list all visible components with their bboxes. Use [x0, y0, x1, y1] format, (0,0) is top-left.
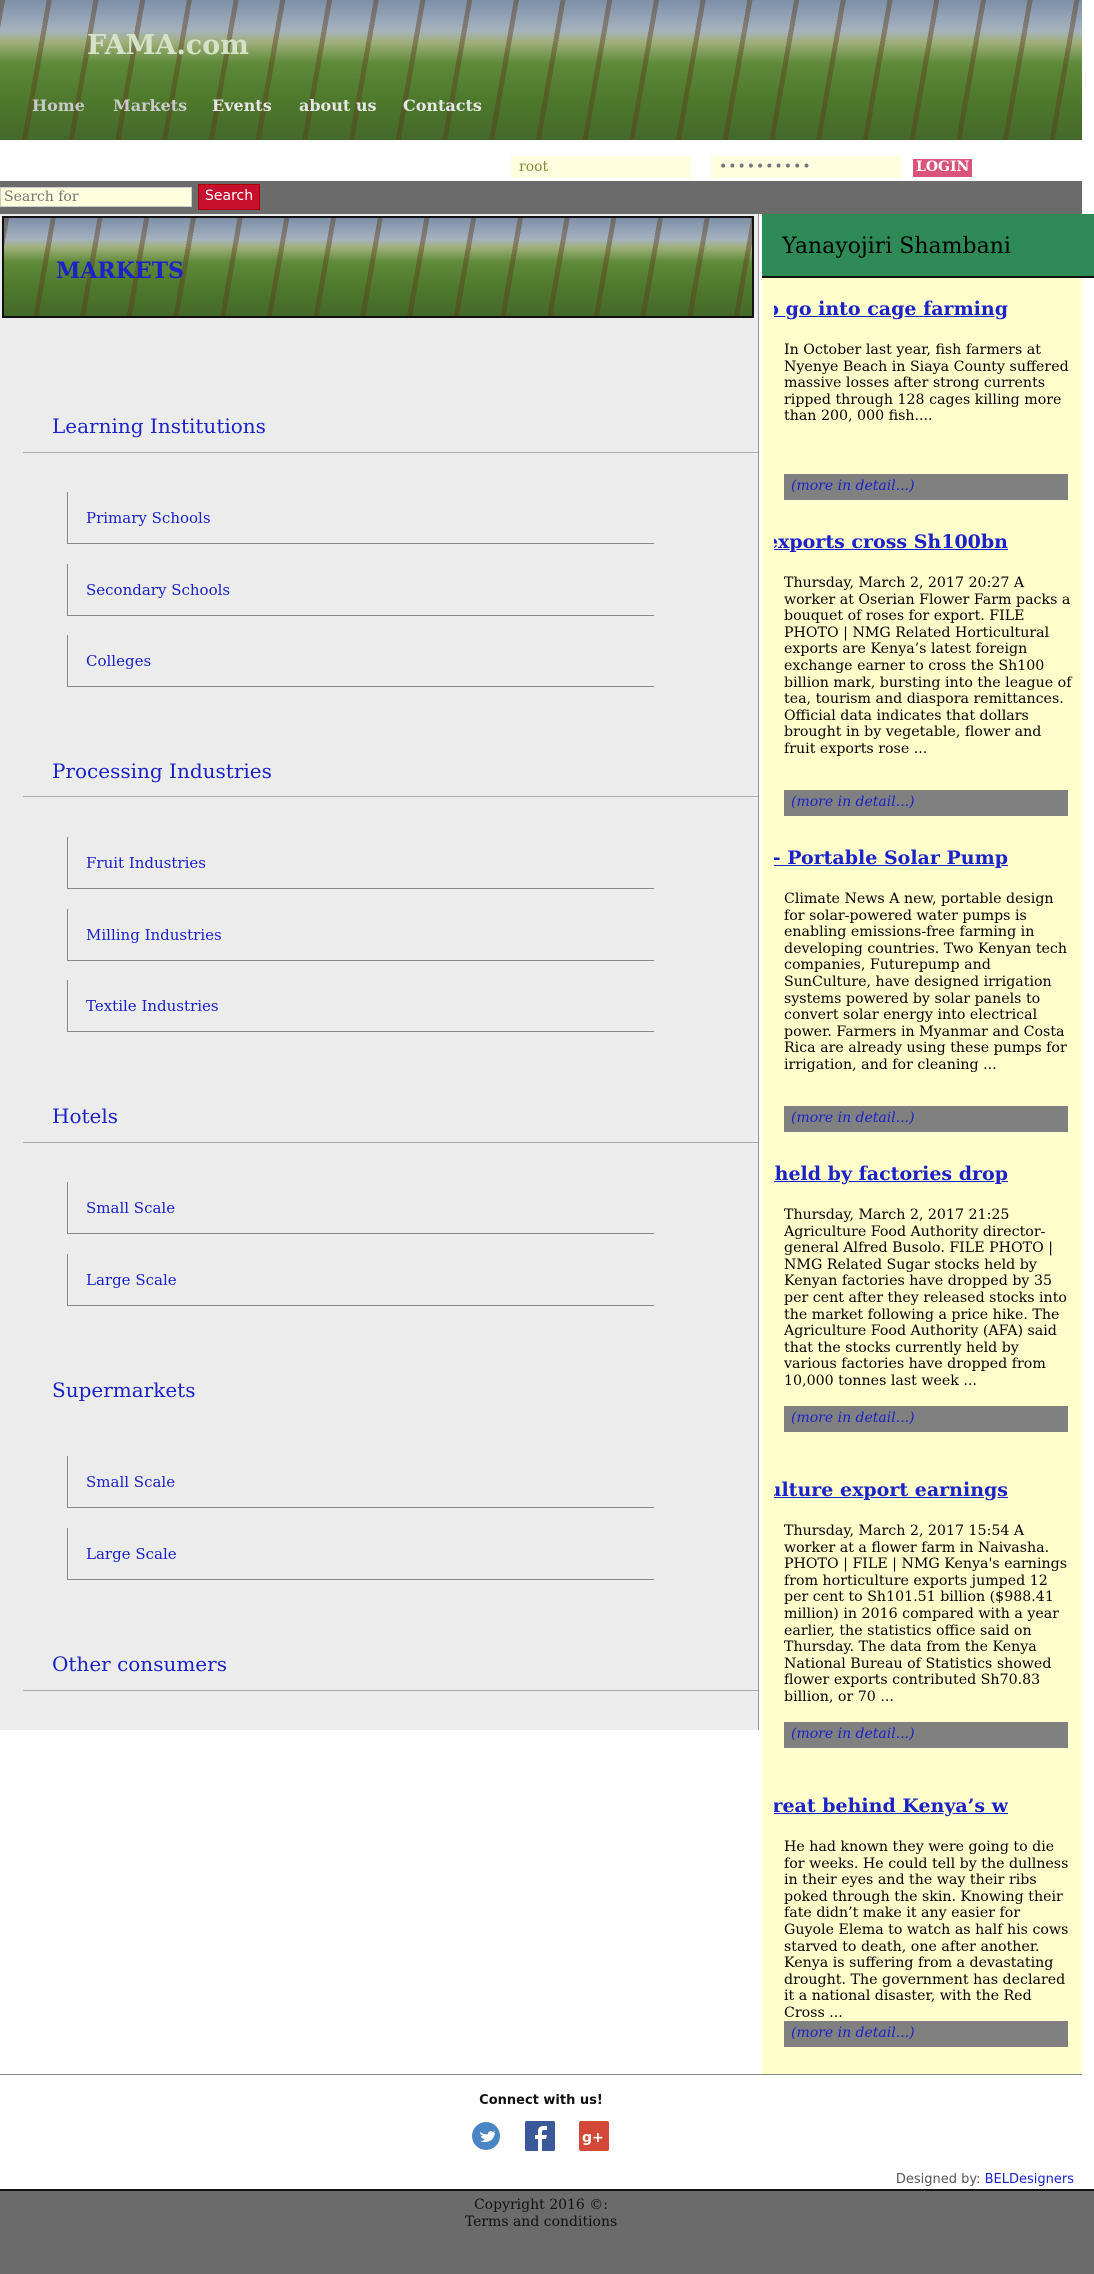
section-divider	[23, 452, 758, 453]
nav-home[interactable]: Home	[32, 96, 85, 115]
search-button[interactable]: Search	[198, 184, 261, 210]
search-input[interactable]	[0, 187, 192, 207]
connect-label: Connect with us!	[479, 2093, 603, 2108]
more-detail-label[interactable]: (more in detail...)	[791, 478, 915, 494]
section-divider	[23, 1690, 758, 1691]
more-detail-button[interactable]: (more in detail...)	[784, 2021, 1068, 2047]
svg-text:g+: g+	[582, 2130, 604, 2146]
site-header: FAMA.com Home Markets Events about us Co…	[0, 0, 1082, 140]
list-item-label[interactable]: Primary Schools	[86, 509, 211, 527]
markets-content: MARKETS Learning Institutions Primary Sc…	[0, 214, 759, 1730]
login-row: LOGIN	[0, 156, 1082, 180]
news-title-link[interactable]: n to go into cage farming	[774, 298, 1008, 326]
list-item-label[interactable]: Small Scale	[86, 1473, 175, 1491]
list-item-hotels-small-scale[interactable]: Small Scale	[67, 1182, 654, 1234]
section-title-other-consumers[interactable]: Other consumers	[52, 1652, 227, 1676]
list-item-label[interactable]: Milling Industries	[86, 926, 222, 944]
sidebar-header: Yanayojiri Shambani	[762, 214, 1094, 278]
list-item-fruit-industries[interactable]: Fruit Industries	[67, 837, 654, 889]
news-sidebar: Yanayojiri Shambani n to go into cage fa…	[762, 214, 1094, 2074]
markets-title: MARKETS	[56, 258, 184, 284]
list-item-secondary-schools[interactable]: Secondary Schools	[67, 564, 654, 616]
markets-banner: MARKETS	[2, 216, 754, 318]
list-item-textile-industries[interactable]: Textile Industries	[67, 980, 654, 1032]
designed-by-label: Designed by:	[895, 2172, 981, 2187]
news-summary: In October last year, fish farmers at Ny…	[784, 342, 1069, 425]
designed-by: Designed by: BELDesigners	[896, 2172, 1074, 2187]
more-detail-button[interactable]: (more in detail...)	[784, 1106, 1068, 1132]
more-detail-button[interactable]: (more in detail...)	[784, 790, 1068, 816]
news-title-link[interactable]: re exports cross Sh100bn	[774, 531, 1008, 559]
site-title[interactable]: FAMA.com	[87, 30, 249, 61]
more-detail-label[interactable]: (more in detail...)	[791, 2025, 915, 2041]
news-summary: Thursday, March 2, 2017 21:25 Agricultur…	[784, 1207, 1067, 1389]
nav-markets[interactable]: Markets	[113, 96, 187, 115]
more-detail-label[interactable]: (more in detail...)	[791, 1110, 915, 1126]
sidebar-title: Yanayojiri Shambani	[782, 234, 1011, 259]
section-title-hotels[interactable]: Hotels	[52, 1104, 118, 1128]
more-detail-label[interactable]: (more in detail...)	[791, 1726, 915, 1742]
copyright-text: Copyright 2016 ©:	[473, 2197, 609, 2213]
login-button[interactable]: LOGIN	[912, 158, 974, 178]
list-item-hotels-large-scale[interactable]: Large Scale	[67, 1254, 654, 1306]
news-title-link[interactable]: ews - Portable Solar Pump	[774, 847, 1008, 875]
news-title-link[interactable]: ticulture export earnings	[774, 1479, 1008, 1507]
more-detail-button[interactable]: (more in detail...)	[784, 1722, 1068, 1748]
nav-about-us[interactable]: about us	[299, 96, 376, 115]
list-item-label[interactable]: Fruit Industries	[86, 854, 206, 872]
list-item-label[interactable]: Large Scale	[86, 1271, 177, 1289]
section-divider	[23, 796, 758, 797]
more-detail-button[interactable]: (more in detail...)	[784, 1406, 1068, 1432]
news-summary: Thursday, March 2, 2017 20:27 A worker a…	[784, 575, 1072, 757]
facebook-icon[interactable]	[525, 2120, 555, 2152]
news-title-link[interactable]: ks held by factories drop	[774, 1163, 1008, 1191]
password-field[interactable]	[711, 156, 901, 178]
list-item-label[interactable]: Textile Industries	[86, 997, 219, 1015]
list-item-label[interactable]: Small Scale	[86, 1199, 175, 1217]
more-detail-button[interactable]: (more in detail...)	[784, 474, 1068, 500]
terms-link[interactable]: Terms and conditions	[0, 2214, 1082, 2231]
google-plus-icon[interactable]: g+	[579, 2120, 609, 2152]
list-item-colleges[interactable]: Colleges	[67, 635, 654, 687]
list-item-label[interactable]: Colleges	[86, 652, 151, 670]
list-item-label[interactable]: Large Scale	[86, 1545, 177, 1563]
designer-link[interactable]: BELDesigners	[985, 2172, 1074, 2187]
search-bar: Search	[0, 181, 1082, 214]
more-detail-label[interactable]: (more in detail...)	[791, 794, 915, 810]
news-summary: He had known they were going to die for …	[784, 1839, 1069, 2021]
twitter-icon[interactable]	[471, 2120, 501, 2152]
username-field[interactable]	[511, 156, 691, 178]
section-title-processing-industries[interactable]: Processing Industries	[52, 759, 272, 783]
list-item-primary-schools[interactable]: Primary Schools	[67, 492, 654, 544]
list-item-supermarkets-large-scale[interactable]: Large Scale	[67, 1528, 654, 1580]
more-detail-label[interactable]: (more in detail...)	[791, 1410, 915, 1426]
news-summary: Climate News A new, portable design for …	[784, 891, 1068, 1073]
list-item-supermarkets-small-scale[interactable]: Small Scale	[67, 1456, 654, 1508]
nav-contacts[interactable]: Contacts	[403, 96, 482, 115]
section-title-supermarkets[interactable]: Supermarkets	[52, 1378, 196, 1402]
list-item-milling-industries[interactable]: Milling Industries	[67, 909, 654, 961]
news-title-link[interactable]: n threat behind Kenya’s w	[774, 1795, 1008, 1823]
nav-events[interactable]: Events	[212, 96, 272, 115]
section-title-learning-institutions[interactable]: Learning Institutions	[52, 414, 266, 438]
news-summary: Thursday, March 2, 2017 15:54 A worker a…	[784, 1523, 1067, 1705]
section-divider	[23, 1142, 758, 1143]
footer-bar: Copyright 2016 ©: Terms and conditions	[0, 2189, 1094, 2274]
site-footer: Connect with us! g+ Designed by: BELDesi…	[0, 2074, 1094, 2274]
list-item-label[interactable]: Secondary Schools	[86, 581, 230, 599]
copyright: Copyright 2016 ©: Terms and conditions	[0, 2197, 1082, 2231]
